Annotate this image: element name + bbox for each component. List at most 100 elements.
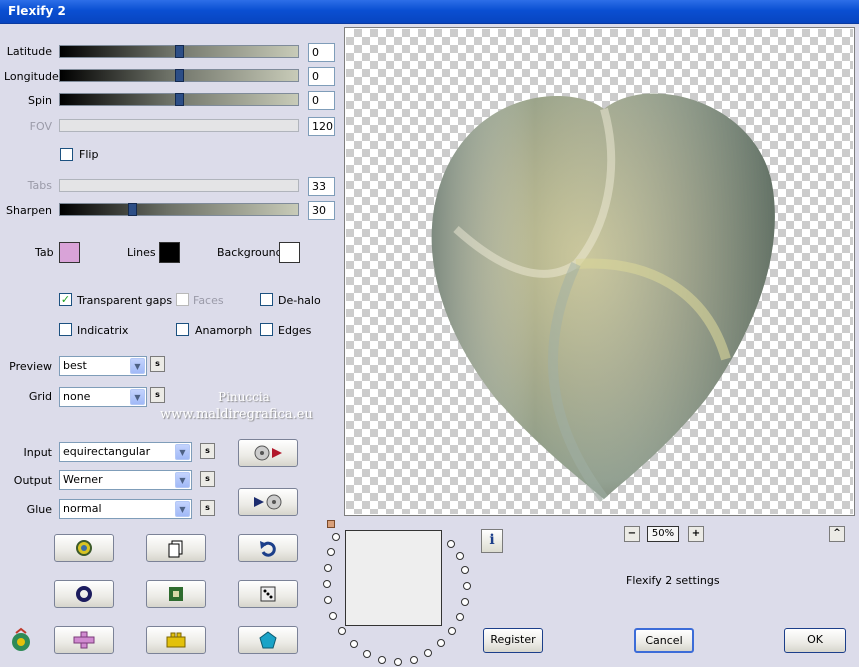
copy-button[interactable] [146, 534, 206, 562]
settings-thumbnail[interactable] [345, 530, 442, 626]
settings-slot[interactable] [350, 640, 358, 648]
pentagon-button[interactable] [238, 626, 298, 654]
grid-s-button[interactable]: s [150, 387, 165, 403]
spin-slider-thumb[interactable] [175, 93, 184, 106]
preview-canvas[interactable] [344, 27, 855, 516]
latitude-input[interactable]: 0 [308, 43, 335, 62]
disc-arrow-icon [254, 445, 282, 461]
load-input-button[interactable] [238, 439, 298, 467]
input-s-button[interactable]: s [200, 443, 215, 459]
settings-slot[interactable] [363, 650, 371, 658]
settings-slot[interactable] [323, 580, 331, 588]
output-select[interactable]: Werner ▼ [59, 470, 192, 490]
gear-button[interactable] [54, 534, 114, 562]
glue-select[interactable]: normal ▼ [59, 499, 192, 519]
window-title: Flexify 2 [8, 4, 66, 18]
fov-input: 120 [308, 117, 335, 136]
chevron-down-icon[interactable]: ▼ [175, 501, 190, 517]
background-color-label: Background [217, 246, 283, 259]
chevron-down-icon[interactable]: ▼ [175, 444, 190, 460]
settings-slot[interactable] [456, 552, 464, 560]
settings-slot[interactable] [394, 658, 402, 666]
longitude-input[interactable]: 0 [308, 67, 335, 86]
square-button[interactable] [146, 580, 206, 608]
settings-slot[interactable] [338, 627, 346, 635]
info-button[interactable]: i [481, 529, 503, 553]
tabs-label: Tabs [27, 179, 52, 192]
input-select[interactable]: equirectangular ▼ [59, 442, 192, 462]
settings-slot[interactable] [332, 533, 340, 541]
faces-checkbox [176, 293, 189, 306]
preview-image [431, 93, 775, 503]
chevron-down-icon[interactable]: ▼ [130, 389, 145, 405]
preview-s-button[interactable]: s [150, 356, 165, 372]
dice-button[interactable] [238, 580, 298, 608]
flexify-dialog: Flexify 2 Latitude 0 Longitude 0 Spin 0 … [0, 0, 859, 667]
ring-icon [76, 586, 92, 602]
cancel-button[interactable]: Cancel [634, 628, 694, 653]
transparent-gaps-checkbox[interactable]: ✓ [59, 293, 72, 306]
grid-select-value: none [63, 390, 91, 403]
edges-checkbox[interactable] [260, 323, 273, 336]
chevron-down-icon[interactable]: ▼ [130, 358, 145, 374]
brick-icon [166, 632, 186, 648]
save-output-button[interactable] [238, 488, 298, 516]
brick-button[interactable] [146, 626, 206, 654]
latitude-slider-thumb[interactable] [175, 45, 184, 58]
ring-button[interactable] [54, 580, 114, 608]
arrow-disc-icon [254, 494, 282, 510]
preview-label: Preview [9, 360, 52, 373]
preview-select[interactable]: best ▼ [59, 356, 147, 376]
glue-s-button[interactable]: s [200, 500, 215, 516]
tabs-slider [59, 179, 299, 192]
settings-slot[interactable] [378, 656, 386, 664]
dice-icon [260, 586, 276, 602]
longitude-slider-thumb[interactable] [175, 69, 184, 82]
de-halo-checkbox[interactable] [260, 293, 273, 306]
collapse-up-button[interactable]: ^ [829, 526, 845, 542]
input-label: Input [23, 446, 52, 459]
settings-slot[interactable] [327, 548, 335, 556]
settings-slot[interactable] [424, 649, 432, 657]
settings-slot[interactable] [463, 582, 471, 590]
sharpen-slider[interactable] [59, 203, 299, 216]
grid-select[interactable]: none ▼ [59, 387, 147, 407]
square-icon [169, 587, 183, 601]
settings-slot[interactable] [461, 598, 469, 606]
undo-button[interactable] [238, 534, 298, 562]
settings-slot[interactable] [456, 613, 464, 621]
ok-button[interactable]: OK [784, 628, 846, 653]
indicatrix-checkbox[interactable] [59, 323, 72, 336]
settings-slot[interactable] [410, 656, 418, 664]
chevron-down-icon[interactable]: ▼ [175, 472, 190, 488]
edges-label: Edges [278, 324, 312, 337]
flip-checkbox[interactable] [60, 148, 73, 161]
settings-slot[interactable] [461, 566, 469, 574]
sharpen-input[interactable]: 30 [308, 201, 335, 220]
settings-slot[interactable] [329, 612, 337, 620]
lines-color-swatch[interactable] [159, 242, 180, 263]
output-label: Output [13, 474, 52, 487]
spin-slider[interactable] [59, 93, 299, 106]
sharpen-slider-thumb[interactable] [128, 203, 137, 216]
zoom-in-button[interactable]: + [688, 526, 704, 542]
settings-slot[interactable] [447, 540, 455, 548]
settings-marker[interactable] [327, 520, 335, 528]
settings-slot[interactable] [324, 564, 332, 572]
output-s-button[interactable]: s [200, 471, 215, 487]
flexify-logo-icon [8, 627, 34, 656]
settings-slot[interactable] [324, 596, 332, 604]
zoom-level: 50% [647, 526, 679, 542]
spin-input[interactable]: 0 [308, 91, 335, 110]
zoom-out-button[interactable]: − [624, 526, 640, 542]
background-color-swatch[interactable] [279, 242, 300, 263]
register-button[interactable]: Register [483, 628, 543, 653]
cross-button[interactable] [54, 626, 114, 654]
longitude-slider[interactable] [59, 69, 299, 82]
latitude-slider[interactable] [59, 45, 299, 58]
anamorph-checkbox[interactable] [176, 323, 189, 336]
spin-label: Spin [28, 94, 52, 107]
settings-slot[interactable] [448, 627, 456, 635]
tab-color-swatch[interactable] [59, 242, 80, 263]
settings-slot[interactable] [437, 639, 445, 647]
